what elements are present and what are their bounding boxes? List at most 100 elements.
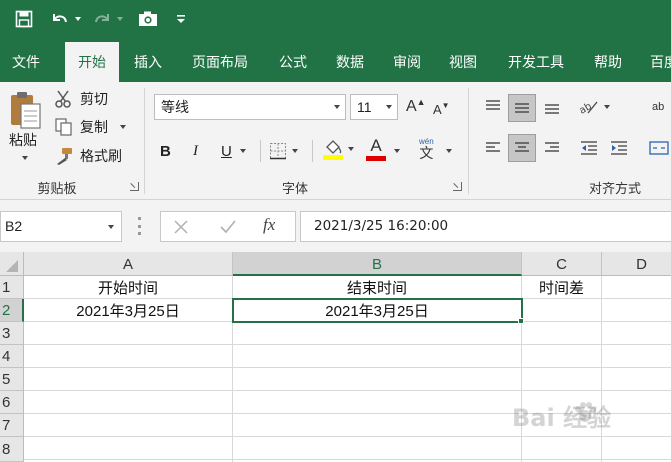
fill-color-dropdown-icon[interactable] [348,147,354,151]
cell-b1[interactable]: 结束时间 [233,276,521,299]
align-top-icon[interactable] [481,94,505,120]
cut-button[interactable]: 剪切 [54,88,108,110]
font-color-dropdown-icon[interactable] [394,138,400,164]
formula-input[interactable]: 2021/3/25 16:20:00 [300,211,671,242]
undo-dropdown-icon[interactable] [73,6,83,32]
cell-c1[interactable]: 时间差 [522,276,601,299]
borders-dropdown-icon[interactable] [292,149,298,153]
scissors-icon [55,90,71,108]
decrease-indent-icon[interactable] [578,134,600,162]
orientation-dropdown-icon[interactable] [604,105,610,109]
row-header-3[interactable]: 3 [0,322,24,345]
column-header-b[interactable]: B [233,252,522,276]
format-painter-label: 格式刷 [80,148,122,164]
phonetic-dropdown-icon[interactable] [446,138,452,164]
gridline [24,344,671,345]
font-group-label: 字体 [281,181,308,196]
format-painter-button[interactable]: 格式刷 [54,145,122,167]
paste-button[interactable]: 粘贴 [9,130,37,150]
name-box-caret-icon[interactable] [108,225,114,229]
font-name-dropdown[interactable]: 等线 [154,94,346,120]
tab-formulas[interactable]: 公式 [268,42,318,82]
bold-button[interactable]: B [160,138,171,164]
select-all-triangle-icon [6,260,18,272]
font-color-button[interactable]: A [366,134,386,164]
paste-icon[interactable] [6,88,44,132]
font-launcher-icon[interactable] [453,182,462,191]
tab-baidu[interactable]: 百度 [644,42,671,82]
name-box[interactable]: B2 [0,211,122,242]
clipboard-group-label: 剪贴板 [37,181,77,196]
select-all-button[interactable] [0,252,24,276]
align-bottom-icon[interactable] [540,94,564,120]
phonetic-guide-button[interactable]: wén 文 [419,134,434,164]
gridline [601,276,602,462]
tab-file[interactable]: 文件 [0,42,52,82]
grow-font-icon[interactable]: A ▲ [406,94,426,120]
increase-indent-icon[interactable] [608,134,630,162]
formula-bar: B2 fx 2021/3/25 16:20:00 [0,200,671,252]
gridline [24,459,671,460]
customize-qat-icon[interactable] [174,6,188,32]
underline-dropdown-icon[interactable] [240,138,246,164]
tab-page-layout[interactable]: 页面布局 [184,42,256,82]
formula-buttons: fx [160,211,296,242]
row-header-2[interactable]: 2 [0,299,24,322]
camera-icon[interactable] [136,6,160,32]
column-header-c[interactable]: C [522,252,602,276]
column-header-d[interactable]: D [602,252,671,276]
align-middle-icon[interactable] [508,94,536,122]
tab-data[interactable]: 数据 [326,42,374,82]
column-header-a[interactable]: A [24,252,233,276]
paste-dropdown-icon[interactable] [22,156,28,160]
clipboard-launcher-icon[interactable] [130,182,139,191]
tab-review[interactable]: 审阅 [384,42,430,82]
tab-home[interactable]: 开始 [65,42,119,82]
tab-view[interactable]: 视图 [440,42,486,82]
wrap-text-icon[interactable]: ab [652,94,664,120]
row-header-5[interactable]: 5 [0,368,24,391]
undo-icon[interactable] [48,6,72,32]
underline-button[interactable]: U [221,138,232,164]
cell-a2[interactable]: 2021年3月25日 [24,299,232,322]
font-inline-separator [312,140,313,162]
row-header-1[interactable]: 1 [0,276,24,299]
alignment-group-label: 对齐方式 [588,181,641,196]
redo-dropdown-icon[interactable] [115,6,125,32]
enter-check-icon[interactable] [219,219,237,235]
insert-function-fx-icon[interactable]: fx [263,215,275,235]
redo-icon[interactable] [90,6,114,32]
shrink-font-icon[interactable]: A ▼ [433,96,450,122]
worksheet-grid[interactable]: A B C D 1 2 3 4 5 6 7 8 开始时间 结束时间 时间差 20… [0,252,671,462]
merge-center-icon[interactable] [648,134,670,162]
font-name-caret-icon [334,105,340,109]
fill-color-button[interactable] [322,134,354,164]
save-icon[interactable] [12,6,36,32]
copy-label: 复制 [80,119,108,135]
align-left-icon[interactable] [481,134,505,162]
ribbon-separator [144,88,145,194]
row-header-4[interactable]: 4 [0,345,24,368]
copy-dropdown-icon[interactable] [120,125,126,129]
borders-button[interactable] [269,138,298,164]
tab-help[interactable]: 帮助 [585,42,631,82]
tab-developer[interactable]: 开发工具 [498,42,574,82]
cell-a1[interactable]: 开始时间 [24,276,232,299]
italic-button[interactable]: I [193,138,198,164]
font-size-dropdown[interactable]: 11 [350,94,398,120]
font-color-icon: A [370,136,382,155]
copy-icon [55,118,72,136]
tab-insert[interactable]: 插入 [124,42,172,82]
row-header-7[interactable]: 7 [0,414,24,437]
cancel-icon[interactable] [173,219,189,235]
gridline [24,436,671,437]
align-center-icon[interactable] [508,134,536,162]
copy-button[interactable]: 复制 [54,116,126,138]
formula-bar-grip-icon[interactable] [138,217,141,235]
row-header-8[interactable]: 8 [0,437,24,462]
row-header-6[interactable]: 6 [0,391,24,414]
font-color-swatch [366,156,386,161]
orientation-button[interactable]: ab [578,94,610,120]
fill-handle[interactable] [518,318,524,324]
align-right-icon[interactable] [540,134,564,162]
